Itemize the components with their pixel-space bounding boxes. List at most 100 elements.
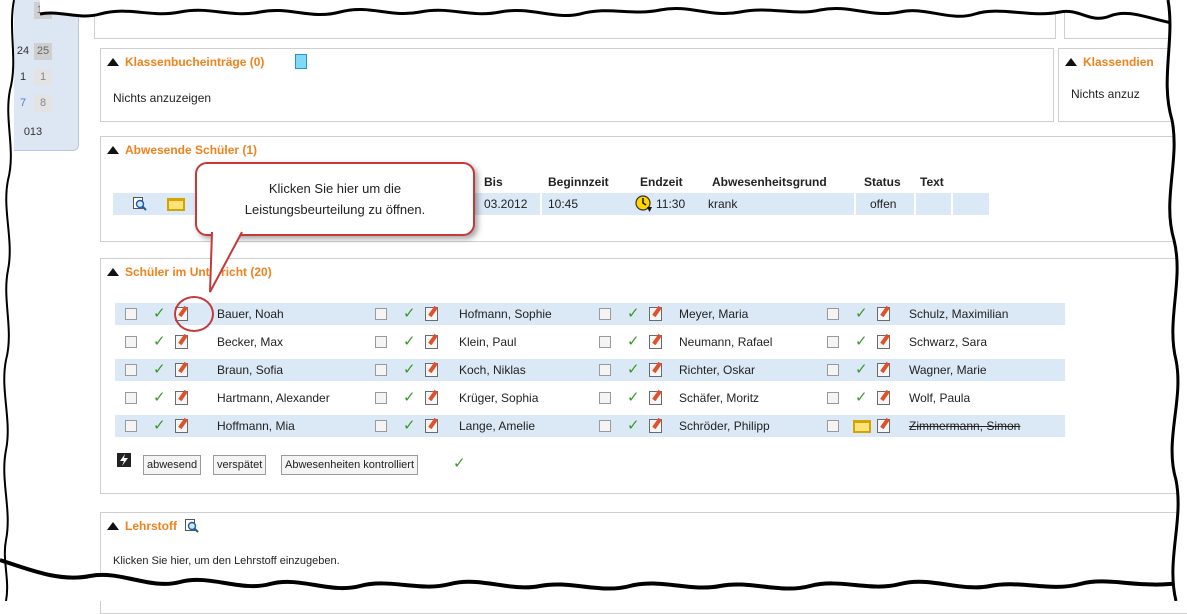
class-service-title[interactable]: Klassendien [1083, 55, 1154, 69]
calendar-day[interactable]: 8 [34, 95, 52, 112]
student-name[interactable]: Bauer, Noah [217, 307, 284, 321]
checkmark-icon[interactable]: ✓ [403, 416, 416, 434]
collapse-triangle-icon[interactable] [107, 522, 119, 530]
student-checkbox[interactable] [375, 308, 387, 320]
collapse-triangle-icon[interactable] [107, 146, 119, 154]
absent-students-title[interactable]: Abwesende Schüler (1) [125, 143, 257, 157]
collapse-triangle-icon[interactable] [107, 268, 119, 276]
calendar-day[interactable]: 1 [14, 69, 32, 86]
edit-grade-icon[interactable] [425, 363, 438, 377]
edit-grade-icon[interactable] [649, 307, 662, 321]
edit-grade-icon[interactable] [877, 335, 890, 349]
edit-grade-icon[interactable] [649, 363, 662, 377]
student-name[interactable]: Koch, Niklas [459, 363, 526, 377]
edit-grade-icon[interactable] [877, 307, 890, 321]
checkmark-icon[interactable]: ✓ [153, 416, 166, 434]
student-checkbox[interactable] [599, 336, 611, 348]
student-name[interactable]: Krüger, Sophia [459, 391, 538, 405]
student-checkbox[interactable] [125, 308, 137, 320]
student-checkbox[interactable] [375, 336, 387, 348]
absent-button[interactable]: abwesend [143, 455, 202, 475]
student-checkbox[interactable] [599, 420, 611, 432]
checkmark-icon[interactable]: ✓ [627, 304, 640, 322]
calendar-day[interactable]: 7 [14, 95, 32, 112]
student-checkbox[interactable] [599, 364, 611, 376]
student-name[interactable]: Schulz, Maximilian [909, 307, 1008, 321]
calendar-day[interactable]: 24 [14, 43, 32, 60]
student-name[interactable]: Braun, Sofia [217, 363, 283, 377]
student-name[interactable]: Wolf, Paula [909, 391, 970, 405]
student-name[interactable]: Neumann, Rafael [679, 335, 772, 349]
students-title[interactable]: Schüler im Unterricht (20) [125, 265, 272, 279]
absences-controlled-button[interactable]: Abwesenheiten kontrolliert [281, 455, 419, 475]
checkmark-icon[interactable]: ✓ [855, 332, 868, 350]
student-name[interactable]: Hofmann, Sophie [459, 307, 552, 321]
student-checkbox[interactable] [125, 420, 137, 432]
edit-grade-icon[interactable] [175, 419, 188, 433]
edit-grade-icon[interactable] [649, 419, 662, 433]
calendar-day[interactable]: 1 [34, 69, 52, 86]
student-checkbox[interactable] [827, 308, 839, 320]
edit-grade-icon[interactable] [877, 363, 890, 377]
checkmark-icon[interactable]: ✓ [403, 360, 416, 378]
calendar-day[interactable]: 25 [34, 43, 52, 60]
checkmark-icon[interactable]: ✓ [855, 388, 868, 406]
lesson-content-hint[interactable]: Klicken Sie hier, um den Lehrstoff einzu… [113, 555, 340, 567]
edit-grade-icon[interactable] [649, 391, 662, 405]
student-checkbox[interactable] [599, 392, 611, 404]
student-name[interactable]: Lange, Amelie [459, 419, 535, 433]
edit-grade-icon[interactable] [425, 335, 438, 349]
edit-grade-icon[interactable] [425, 419, 438, 433]
edit-grade-icon[interactable] [877, 391, 890, 405]
student-checkbox[interactable] [827, 392, 839, 404]
student-checkbox[interactable] [599, 308, 611, 320]
student-checkbox[interactable] [125, 392, 137, 404]
edit-grade-icon[interactable] [175, 335, 188, 349]
student-name[interactable]: Schäfer, Moritz [679, 391, 759, 405]
student-checkbox[interactable] [375, 420, 387, 432]
checkmark-icon[interactable]: ✓ [855, 360, 868, 378]
student-checkbox[interactable] [827, 364, 839, 376]
checkmark-icon[interactable]: ✓ [153, 388, 166, 406]
checkmark-icon[interactable]: ✓ [627, 416, 640, 434]
edit-grade-icon[interactable] [877, 419, 890, 433]
checkmark-icon[interactable]: ✓ [403, 388, 416, 406]
student-checkbox[interactable] [827, 336, 839, 348]
student-checkbox[interactable] [125, 364, 137, 376]
student-name[interactable]: Hoffmann, Mia [217, 419, 295, 433]
student-name[interactable]: Wagner, Marie [909, 363, 987, 377]
checkmark-icon[interactable]: ✓ [403, 332, 416, 350]
edit-grade-icon[interactable] [425, 307, 438, 321]
clock-icon[interactable] [635, 195, 653, 213]
magnifier-icon[interactable] [185, 519, 199, 533]
student-name[interactable]: Richter, Oskar [679, 363, 755, 377]
student-checkbox[interactable] [375, 392, 387, 404]
student-name[interactable]: Schröder, Philipp [679, 419, 770, 433]
checkmark-icon[interactable]: ✓ [153, 304, 166, 322]
edit-grade-icon[interactable] [425, 391, 438, 405]
student-name[interactable]: Schwarz, Sara [909, 335, 987, 349]
student-checkbox[interactable] [125, 336, 137, 348]
edit-grade-icon[interactable] [649, 335, 662, 349]
magnifier-icon[interactable] [133, 197, 147, 211]
checkmark-icon[interactable]: ✓ [153, 360, 166, 378]
student-name[interactable]: Hartmann, Alexander [217, 391, 330, 405]
document-icon[interactable] [295, 54, 307, 69]
checkmark-icon[interactable]: ✓ [153, 332, 166, 350]
lesson-content-title[interactable]: Lehrstoff [125, 519, 177, 533]
checkmark-icon[interactable]: ✓ [627, 388, 640, 406]
student-name[interactable]: Klein, Paul [459, 335, 516, 349]
lightning-icon[interactable] [117, 453, 131, 467]
checkmark-icon[interactable]: ✓ [627, 332, 640, 350]
checkmark-icon[interactable]: ✓ [403, 304, 416, 322]
checkmark-icon[interactable]: ✓ [855, 304, 868, 322]
student-checkbox[interactable] [375, 364, 387, 376]
student-name[interactable]: Becker, Max [217, 335, 283, 349]
edit-grade-icon[interactable] [175, 391, 188, 405]
class-entries-title[interactable]: Klassenbucheinträge (0) [125, 55, 264, 69]
checkmark-icon[interactable]: ✓ [627, 360, 640, 378]
student-name[interactable]: Zimmermann, Simon [909, 419, 1020, 433]
student-checkbox[interactable] [827, 420, 839, 432]
student-name[interactable]: Meyer, Maria [679, 307, 748, 321]
collapse-triangle-icon[interactable] [107, 58, 119, 66]
